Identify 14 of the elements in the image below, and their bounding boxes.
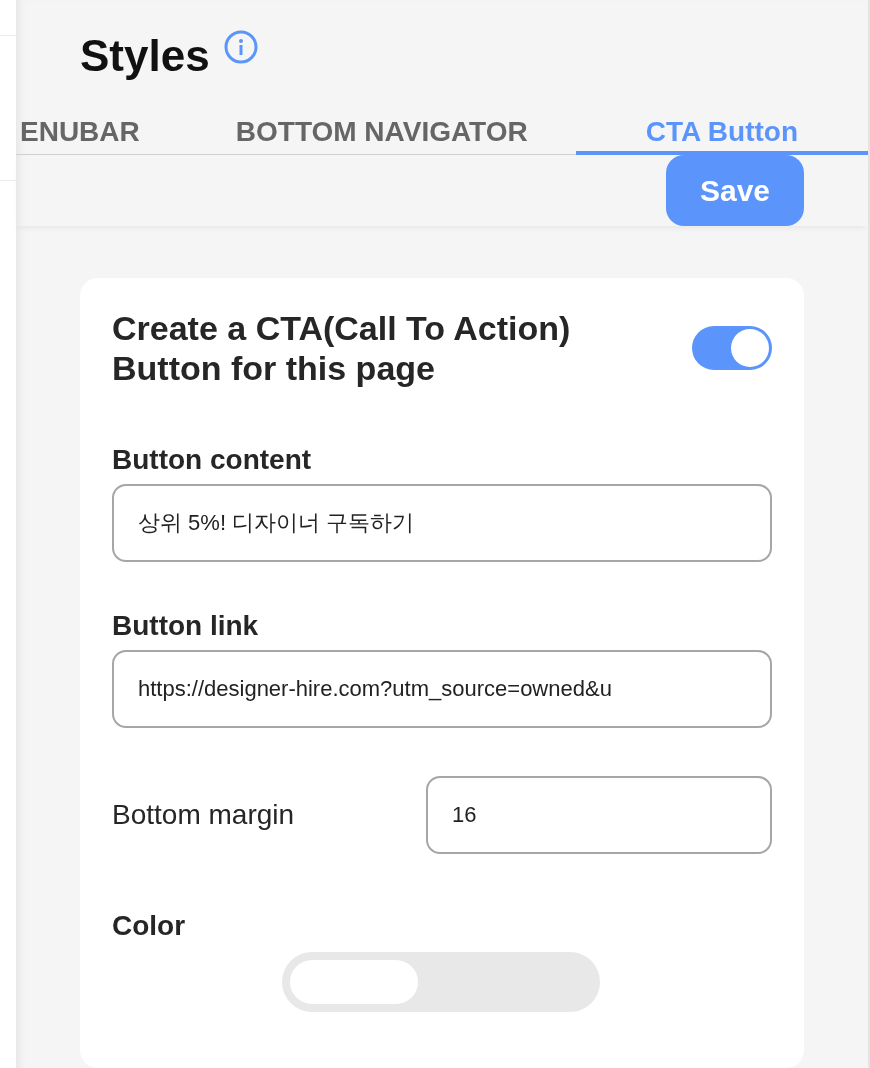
section-title: Create a CTA(Call To Action) Button for this page [112, 308, 572, 388]
field-label: Bottom margin [112, 799, 295, 831]
field-label: Color [112, 910, 187, 942]
input-field[interactable]: 상위 5%! 디자이너 구독하기 [112, 484, 772, 562]
tab[interactable]: ENUBAR [16, 113, 188, 155]
input-field[interactable]: 16 [426, 776, 772, 854]
input-field[interactable]: https://designer-hire.com?utm_source=owned&u [112, 650, 772, 728]
save-button[interactable]: Save [666, 155, 804, 226]
info-icon[interactable] [223, 30, 258, 64]
field-label: Button link [112, 610, 260, 642]
toggle-switch[interactable] [692, 326, 772, 370]
field-label: Button content [112, 444, 313, 476]
tab[interactable]: BOTTOM NAVIGATOR [187, 113, 576, 155]
page-title: Styles [80, 34, 210, 78]
